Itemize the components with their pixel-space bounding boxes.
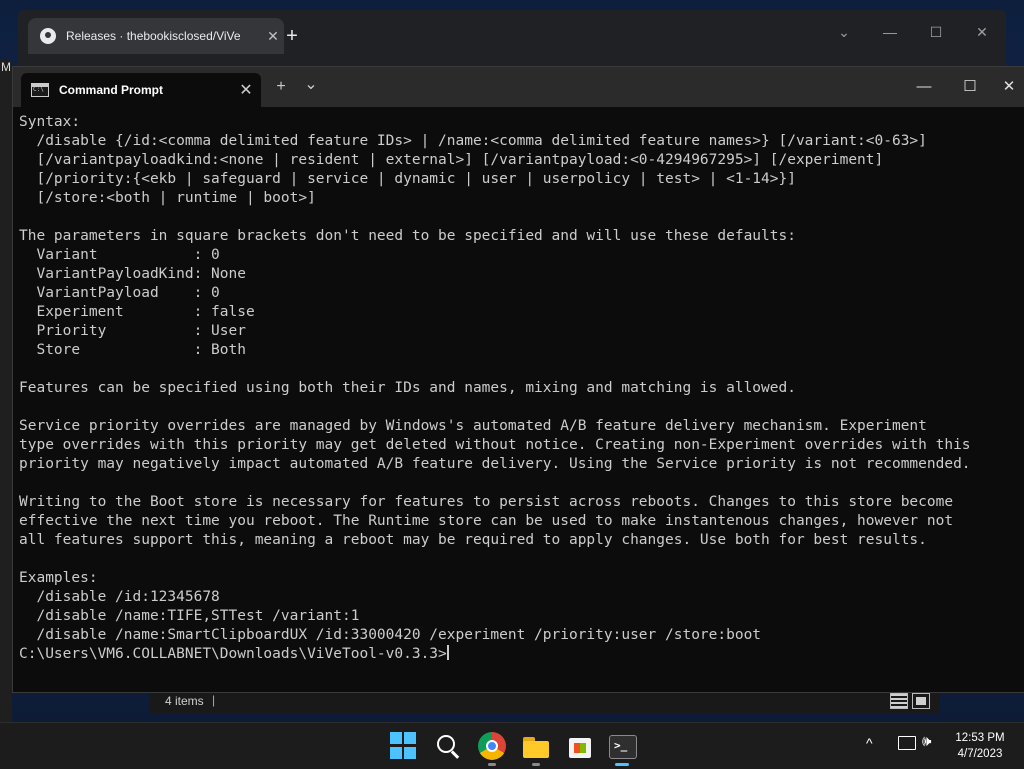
large-icons-view-icon[interactable] — [912, 693, 930, 709]
terminal-tab-title: Command Prompt — [59, 83, 164, 97]
network-icon[interactable] — [898, 736, 916, 750]
terminal-output-text: Syntax: /disable {/id:<comma delimited f… — [19, 114, 971, 643]
item-count: 4 items — [165, 694, 204, 708]
terminal-close-button[interactable]: ✕ — [993, 75, 1024, 99]
clock-time: 12:53 PM — [955, 732, 1005, 744]
terminal-titlebar[interactable]: Command Prompt ✕ + ⌄ — ☐ ✕ — [13, 67, 1024, 107]
background-window-text: M — [1, 60, 11, 74]
taskbar: ^ 🕪 12:53 PM 4/7/2023 — [0, 722, 1024, 769]
search-icon[interactable] — [434, 732, 462, 760]
chrome-icon[interactable] — [478, 732, 506, 760]
terminal-icon[interactable] — [608, 732, 637, 760]
terminal-dropdown-button[interactable]: ⌄ — [299, 77, 323, 93]
terminal-window[interactable]: Command Prompt ✕ + ⌄ — ☐ ✕ Syntax: /disa… — [12, 66, 1024, 693]
browser-minimize-button[interactable]: — — [880, 24, 900, 40]
browser-new-tab-button[interactable]: + — [278, 22, 306, 50]
terminal-output[interactable]: Syntax: /disable {/id:<comma delimited f… — [19, 113, 1019, 691]
terminal-minimize-button[interactable]: — — [901, 75, 947, 99]
status-separator: | — [212, 693, 216, 707]
start-icon[interactable] — [390, 732, 418, 760]
command-prompt-icon — [31, 83, 49, 97]
store-icon[interactable] — [566, 732, 594, 760]
explorer-status-bar: 4 items | — [150, 691, 940, 713]
browser-tab[interactable]: Releases · thebookisclosed/ViVe ✕ — [28, 18, 284, 54]
browser-maximize-button[interactable]: ☐ — [926, 24, 946, 41]
terminal-maximize-button[interactable]: ☐ — [947, 75, 993, 99]
browser-tab-title: Releases · thebookisclosed/ViVe — [66, 29, 241, 43]
command-prompt-line[interactable]: C:\Users\VM6.COLLABNET\Downloads\ViVeToo… — [19, 646, 447, 662]
volume-icon[interactable]: 🕪 — [922, 733, 931, 750]
chrome-running-indicator — [488, 763, 496, 766]
terminal-tab[interactable]: Command Prompt ✕ — [21, 73, 261, 107]
browser-window[interactable]: Releases · thebookisclosed/ViVe ✕ + ⌄ — … — [18, 10, 1006, 70]
browser-tab-search-button[interactable]: ⌄ — [834, 24, 854, 41]
system-clock[interactable]: 12:53 PM 4/7/2023 — [950, 730, 1010, 762]
terminal-new-tab-button[interactable]: + — [269, 79, 293, 95]
terminal-tab-close-button[interactable]: ✕ — [231, 80, 261, 100]
background-window-edge: M — [0, 60, 12, 722]
github-icon — [40, 28, 56, 44]
tray-overflow-chevron-icon[interactable]: ^ — [866, 735, 873, 751]
details-view-icon[interactable] — [890, 693, 908, 709]
browser-close-button[interactable]: ✕ — [972, 24, 992, 41]
file-explorer-icon[interactable] — [522, 732, 550, 760]
clock-date: 4/7/2023 — [957, 748, 1003, 760]
terminal-active-indicator — [615, 763, 629, 766]
text-cursor — [446, 645, 449, 660]
explorer-running-indicator — [532, 763, 540, 766]
